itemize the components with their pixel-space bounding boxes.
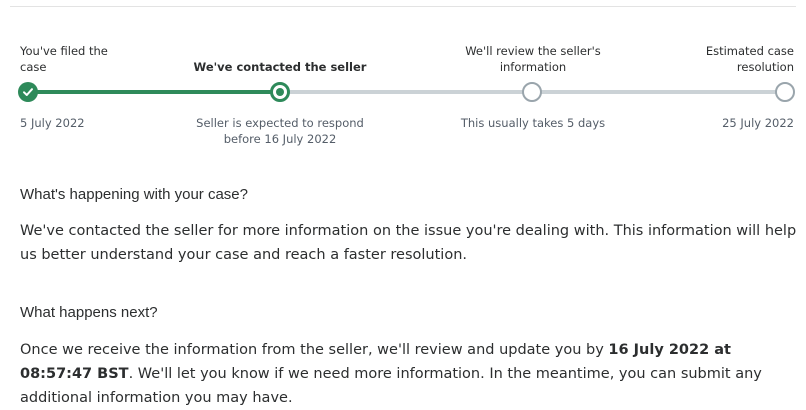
step-4-date: 25 July 2022 bbox=[722, 116, 794, 130]
whats-happening-text: We've contacted the seller for more info… bbox=[20, 223, 797, 263]
step-1-date: 5 July 2022 bbox=[20, 116, 85, 130]
step-2-caption: Seller is expected to respond before 16 … bbox=[196, 116, 364, 146]
step-4-marker bbox=[775, 82, 795, 102]
step-2-label: We've contacted the seller bbox=[193, 60, 367, 74]
case-progress-stepper: You've filed the case We've contacted th… bbox=[0, 0, 806, 160]
check-icon bbox=[23, 88, 33, 96]
progress-track-completed bbox=[27, 90, 280, 94]
step-3-label: We'll review the seller's information bbox=[465, 44, 601, 74]
step-3-caption: This usually takes 5 days bbox=[460, 116, 606, 130]
next-steps-text-start: Once we receive the information from the… bbox=[20, 342, 609, 358]
what-happens-next-heading: What happens next? bbox=[20, 304, 158, 321]
what-happens-next-text: Once we receive the information from the… bbox=[20, 338, 800, 410]
whats-happening-heading: What's happening with your case? bbox=[20, 186, 248, 203]
step-1-marker bbox=[18, 82, 38, 102]
next-steps-text-end: . We'll let you know if we need more inf… bbox=[20, 366, 762, 406]
step-4-label: Estimated case resolution bbox=[705, 44, 794, 74]
step-1-label: You've filed the case bbox=[20, 44, 108, 74]
step-2-marker bbox=[270, 82, 290, 102]
step-3-marker bbox=[522, 82, 542, 102]
